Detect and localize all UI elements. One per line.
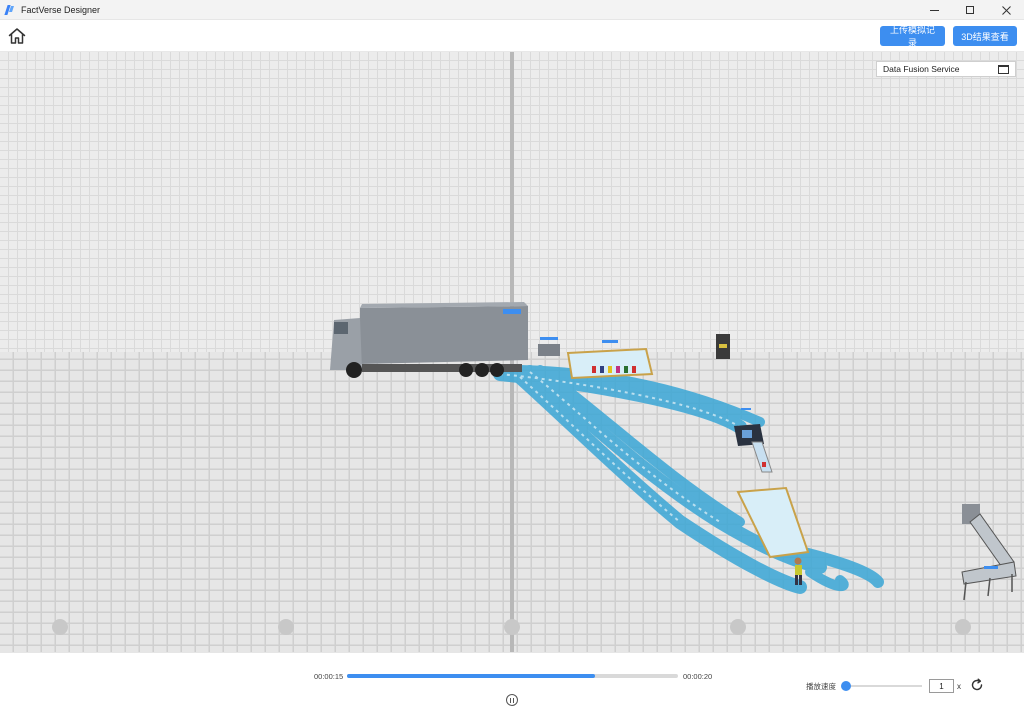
minimize-button[interactable] [916,0,952,20]
upload-simulation-record-button[interactable]: 上传模拟记录 [880,25,945,48]
speed-slider-track[interactable] [846,685,922,687]
pause-icon-bar [512,697,515,703]
machine-model[interactable] [716,334,730,359]
data-fusion-service-panel[interactable]: Data Fusion Service [876,61,1016,77]
data-fusion-service-title: Data Fusion Service [883,64,960,74]
refresh-button[interactable] [970,678,984,692]
speed-slider-handle[interactable] [841,681,851,691]
window-title: FactVerse Designer [21,4,101,15]
progress-fill [347,674,596,678]
playback-bar: 00:00:15 00:00:20 播放速度 x [0,652,1024,718]
toolbar: 上传模拟记录 3D结果查看 [0,20,1024,52]
view-3d-results-button[interactable]: 3D结果查看 [953,26,1017,46]
simulation-scene[interactable] [0,52,1024,652]
maximize-button[interactable] [952,0,988,20]
pause-button[interactable] [506,694,518,706]
close-button[interactable] [988,0,1024,20]
speed-unit: x [957,682,961,691]
progress-track[interactable] [347,674,678,678]
playback-speed-label: 播放速度 [806,682,836,691]
minimize-icon [929,9,939,11]
close-icon [1001,5,1011,15]
current-time: 00:00:15 [314,672,344,681]
factverse-logo-icon [5,5,15,15]
pause-icon [509,697,512,703]
maximize-icon [966,6,974,14]
total-time: 00:00:20 [683,672,713,681]
window-icon[interactable] [998,65,1009,74]
home-icon [8,28,26,44]
speed-input[interactable] [929,679,954,693]
refresh-icon [971,678,983,691]
3d-viewport[interactable] [0,52,1024,652]
window-controls [916,0,1024,20]
home-button[interactable] [7,26,27,46]
title-bar: FactVerse Designer [0,0,1024,20]
